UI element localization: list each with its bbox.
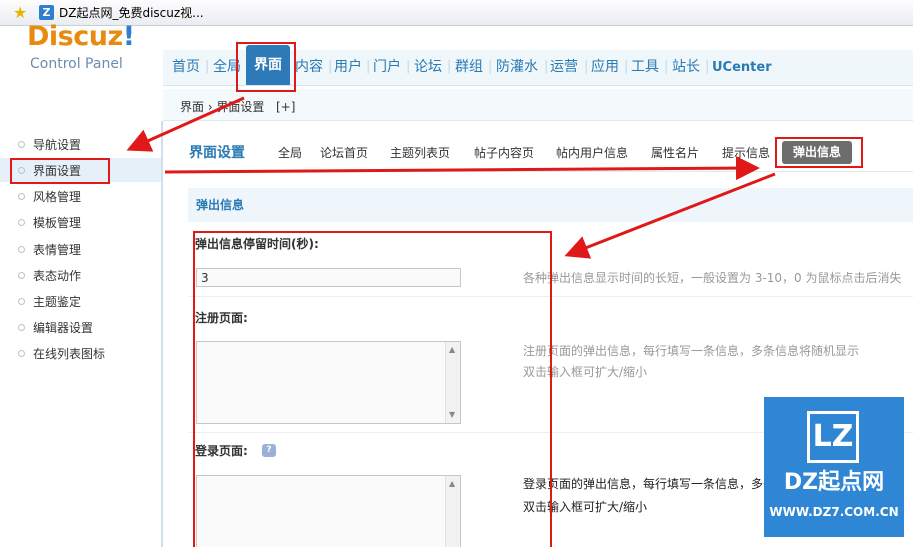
annotation-arrows [126,96,776,259]
arrow-tab-to-fields [564,172,776,259]
arrow-nav-to-sidebar [126,96,245,152]
arrow-sidebar-to-tab [164,156,760,181]
